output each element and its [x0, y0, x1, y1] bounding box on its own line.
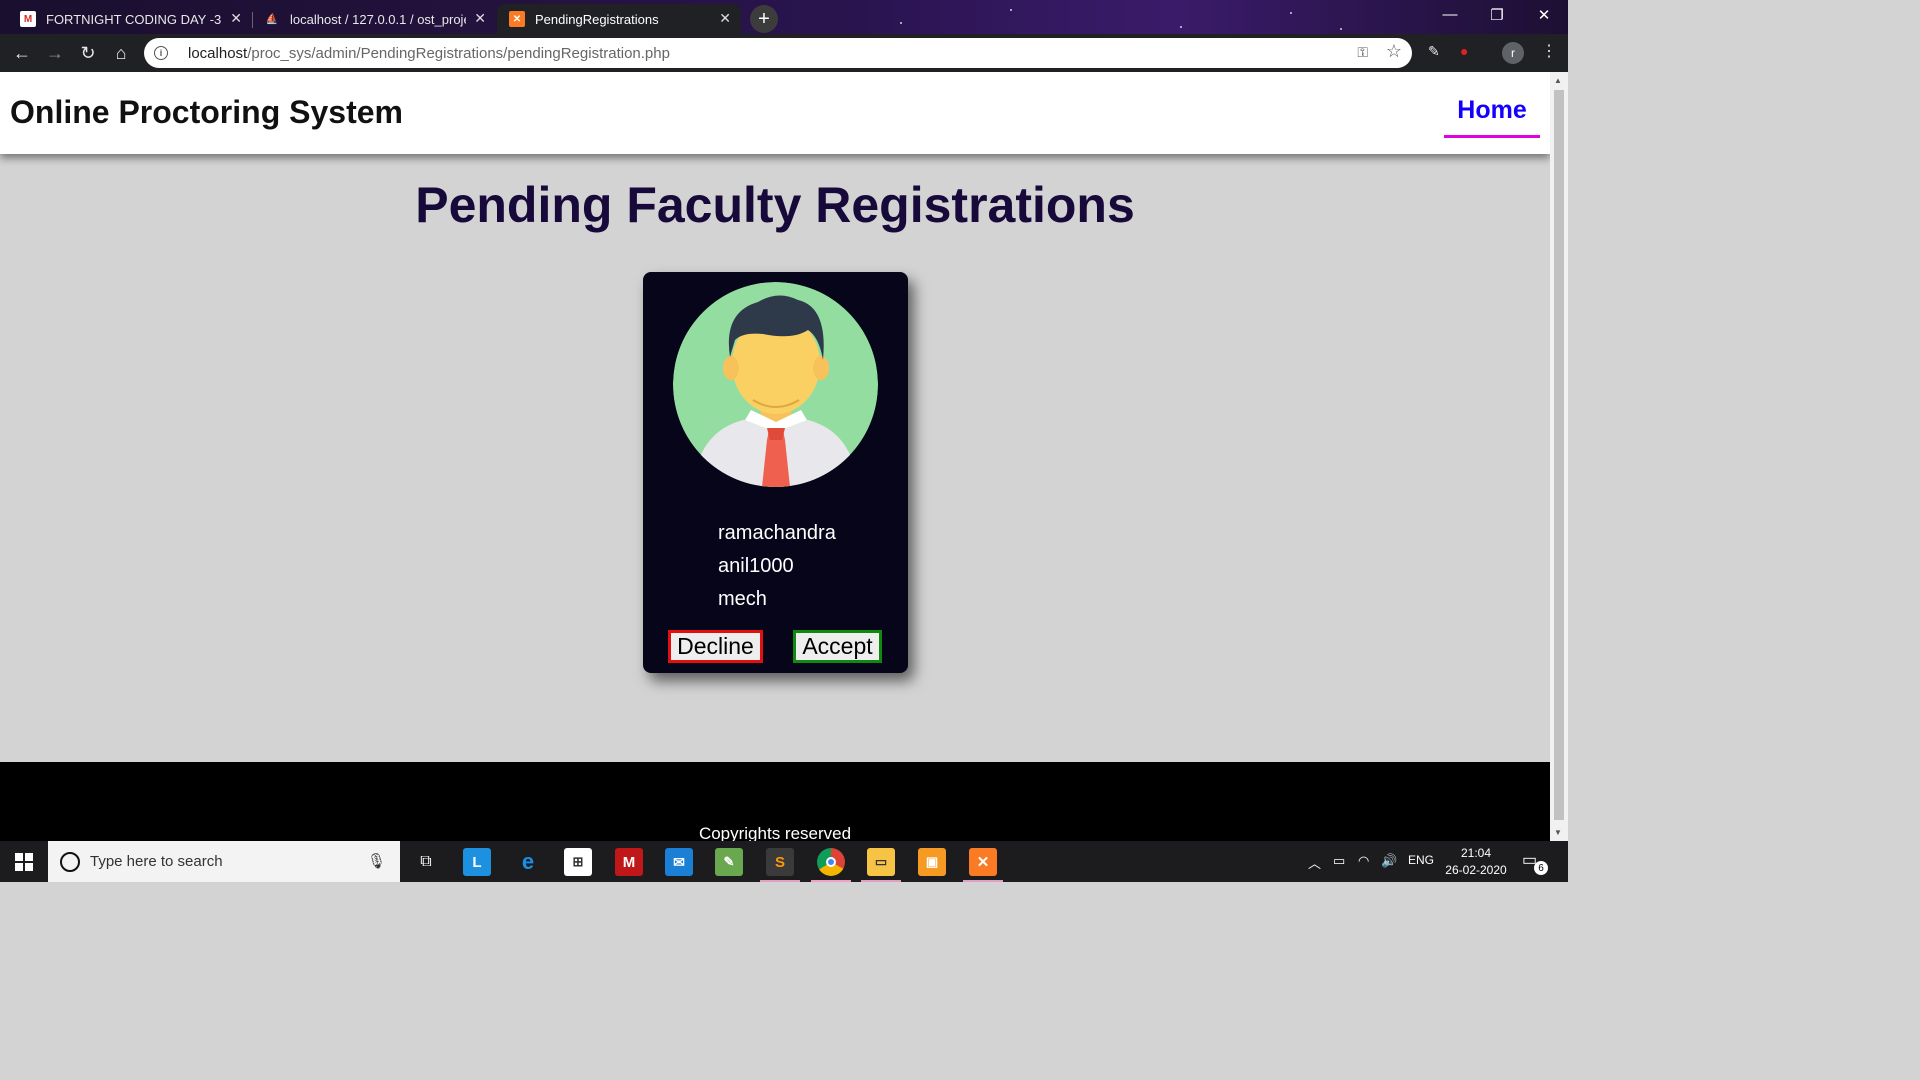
- browser-toolbar: ← → ↻ ⌂ i localhost/proc_sys/admin/Pendi…: [0, 34, 1568, 72]
- tray-chevron-icon[interactable]: ︿: [1308, 853, 1321, 872]
- close-tab-icon[interactable]: ✕: [719, 10, 731, 27]
- faculty-card: ramachandra anil1000 mech Decline Accept: [643, 272, 908, 673]
- address-bar[interactable]: i localhost/proc_sys/admin/PendingRegist…: [144, 38, 1412, 68]
- site-brand: Online Proctoring System: [10, 94, 403, 130]
- taskbar-search-placeholder: Type here to search: [90, 853, 223, 870]
- accept-button[interactable]: Accept: [793, 630, 882, 663]
- scrollbar-thumb[interactable]: [1554, 90, 1564, 820]
- gmail-icon: M: [20, 11, 36, 27]
- running-indicator: [963, 880, 1003, 882]
- clock-date: 26-02-2020: [1445, 863, 1507, 877]
- language-indicator[interactable]: ENG: [1408, 853, 1434, 867]
- battery-icon[interactable]: ▭: [1333, 853, 1345, 869]
- page-scrollbar[interactable]: ▲ ▼: [1550, 72, 1568, 841]
- browser-tab-pending-registrations[interactable]: ✕ PendingRegistrations ✕: [497, 4, 741, 34]
- url-host: localhost: [188, 44, 248, 62]
- taskbar-clock[interactable]: 21:04 26-02-2020: [1440, 845, 1512, 879]
- running-indicator: [811, 880, 851, 882]
- faculty-department: mech: [718, 588, 767, 610]
- mcafee-icon[interactable]: M: [615, 848, 643, 876]
- windows-logo-icon: [15, 852, 33, 871]
- faculty-avatar: [673, 282, 878, 487]
- close-window-icon[interactable]: ✕: [1524, 6, 1564, 24]
- sublime-text-icon[interactable]: S: [766, 848, 794, 876]
- home-icon[interactable]: ⌂: [109, 41, 133, 65]
- profile-avatar[interactable]: r: [1502, 42, 1524, 64]
- task-view-icon[interactable]: ⧉: [412, 848, 440, 876]
- close-tab-icon[interactable]: ✕: [230, 10, 242, 27]
- clock-time: 21:04: [1460, 846, 1492, 860]
- extension-record-icon[interactable]: ●: [1460, 43, 1468, 59]
- forward-arrow-icon[interactable]: →: [43, 41, 67, 65]
- volume-icon[interactable]: 🔊: [1381, 853, 1397, 869]
- faculty-username: anil1000: [718, 555, 794, 577]
- footer-copyright: Copyrights reserved: [698, 824, 852, 841]
- running-indicator: [760, 880, 800, 882]
- reload-icon[interactable]: ↻: [76, 41, 100, 65]
- menu-kebab-icon[interactable]: ⋮: [1541, 41, 1557, 61]
- microphone-icon[interactable]: 🎙: [367, 852, 386, 870]
- xampp-icon: ✕: [509, 11, 525, 27]
- windows-taskbar: Type here to search 🎙 ⧉ L e ⊞ M ✉ ✎ S ▭ …: [0, 841, 1568, 882]
- edge-browser-icon[interactable]: e: [514, 848, 542, 876]
- scroll-up-icon[interactable]: ▲: [1554, 76, 1562, 85]
- url-path: /proc_sys/admin/PendingRegistrations/pen…: [247, 44, 670, 62]
- tab-title: PendingRegistrations: [535, 11, 659, 27]
- action-center-icon[interactable]: ▭ 6: [1522, 850, 1548, 875]
- tab-title: localhost / 127.0.0.1 / ost_project: [290, 11, 466, 27]
- pen-extension-icon[interactable]: ✎: [1428, 43, 1440, 60]
- site-info-icon[interactable]: i: [154, 46, 168, 60]
- store-icon[interactable]: ⊞: [564, 848, 592, 876]
- key-icon[interactable]: ⚿: [1357, 44, 1368, 61]
- windows-start-button[interactable]: [0, 841, 48, 882]
- page-heading: Pending Faculty Registrations: [415, 177, 1135, 233]
- package-icon[interactable]: ▣: [918, 848, 946, 876]
- decline-button[interactable]: Decline: [668, 630, 763, 663]
- minimize-icon[interactable]: —: [1430, 6, 1470, 23]
- mail-icon[interactable]: ✉: [665, 848, 693, 876]
- site-navbar: Online Proctoring System Home: [0, 72, 1550, 154]
- phpmyadmin-icon: ⛵: [265, 13, 279, 25]
- page-viewport: Online Proctoring System Home Pending Fa…: [0, 72, 1550, 841]
- new-tab-button[interactable]: +: [750, 5, 778, 33]
- restore-icon[interactable]: ❐: [1477, 6, 1517, 24]
- scroll-down-icon[interactable]: ▼: [1554, 828, 1562, 837]
- cortana-icon: [60, 851, 80, 872]
- wifi-icon[interactable]: ◠: [1358, 853, 1369, 869]
- browser-tab-gmail[interactable]: M FORTNIGHT CODING DAY -3 HACKATHON ✕: [8, 4, 253, 34]
- nav-home-link[interactable]: Home: [1444, 96, 1540, 138]
- chrome-icon[interactable]: [817, 848, 845, 876]
- lync-app-icon[interactable]: L: [463, 848, 491, 876]
- xampp-taskbar-icon[interactable]: ✕: [969, 848, 997, 876]
- tab-title: FORTNIGHT CODING DAY -3 HACKATHON: [46, 11, 222, 27]
- site-footer: Copyrights reserved: [0, 762, 1550, 841]
- taskbar-search-box[interactable]: Type here to search 🎙: [48, 841, 400, 882]
- notepad-plus-icon[interactable]: ✎: [715, 848, 743, 876]
- close-tab-icon[interactable]: ✕: [474, 10, 486, 27]
- running-indicator: [861, 880, 901, 882]
- back-arrow-icon[interactable]: ←: [10, 41, 34, 65]
- faculty-name: ramachandra: [718, 522, 836, 544]
- browser-tab-strip: M FORTNIGHT CODING DAY -3 HACKATHON ✕ ⛵ …: [0, 0, 1568, 34]
- file-explorer-icon[interactable]: ▭: [867, 848, 895, 876]
- browser-tab-phpmyadmin[interactable]: ⛵ localhost / 127.0.0.1 / ost_project ✕: [252, 4, 496, 34]
- url-text: localhost/proc_sys/admin/PendingRegistra…: [188, 45, 670, 62]
- bookmark-star-icon[interactable]: ☆: [1386, 41, 1402, 62]
- notification-count-badge: 6: [1534, 861, 1548, 875]
